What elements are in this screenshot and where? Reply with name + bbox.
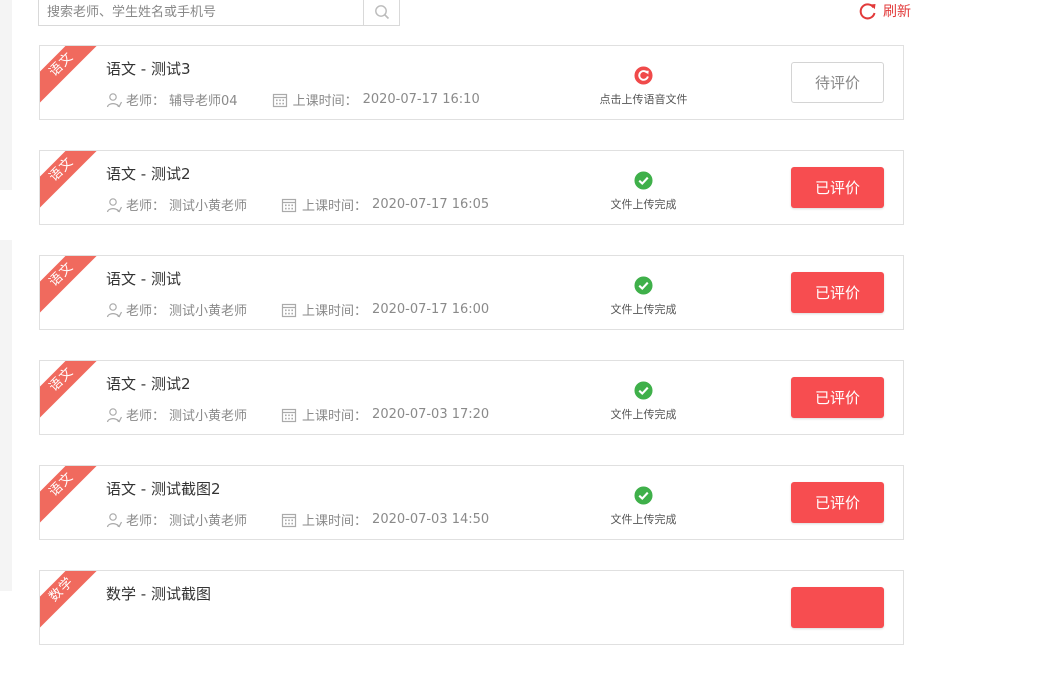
class-title: 语文 - 测试2	[106, 165, 191, 183]
refresh-icon	[859, 3, 876, 20]
class-time: 2020-07-17 16:05	[372, 197, 490, 212]
class-time: 2020-07-03 17:20	[372, 407, 490, 422]
teacher-icon	[106, 407, 122, 422]
calendar-icon	[281, 303, 297, 317]
teacher-info: 老师： 测试小黄老师	[106, 300, 247, 319]
teacher-name: 测试小黄老师	[169, 514, 248, 529]
subject-ribbon: 数学	[40, 571, 101, 629]
class-card: 语文 语文 - 测试截图2 老师： 测试小黄老师 上课时间： 2020-07-03 1…	[39, 465, 904, 540]
subject-ribbon: 语文	[40, 256, 101, 314]
status-text: 文件上传完成	[610, 408, 677, 421]
search-box	[38, 0, 400, 26]
teacher-name: 测试小黄老师	[169, 304, 248, 319]
search-button[interactable]	[363, 0, 399, 25]
class-title: 语文 - 测试	[106, 270, 181, 288]
subject-ribbon: 语文	[40, 466, 101, 524]
class-title: 语文 - 测试截图2	[106, 480, 221, 498]
check-icon	[634, 276, 653, 295]
time-prefix: 上课时间：	[302, 304, 368, 319]
subject-ribbon: 语文	[40, 151, 101, 209]
class-time-info: 上课时间： 2020-07-17 16:00	[281, 300, 489, 319]
upload-status: 文件上传完成	[580, 381, 707, 422]
left-panel-gap	[0, 190, 12, 240]
teacher-info: 老师： 测试小黄老师	[106, 195, 247, 214]
subject-ribbon: 语文	[40, 46, 101, 104]
status-icon-wrap[interactable]	[580, 66, 707, 85]
teacher-name: 测试小黄老师	[169, 409, 248, 424]
teacher-icon	[106, 197, 122, 212]
upload-status: 文件上传完成	[580, 486, 707, 527]
status-text: 文件上传完成	[610, 303, 677, 316]
class-meta: 老师： 测试小黄老师 上课时间： 2020-07-17 16:00	[106, 300, 489, 319]
teacher-info: 老师： 测试小黄老师	[106, 405, 247, 424]
time-prefix: 上课时间：	[302, 199, 368, 214]
pending-evaluation-button[interactable]: 待评价	[791, 62, 884, 103]
status-icon-wrap	[580, 276, 707, 295]
subject-ribbon: 语文	[40, 361, 101, 419]
class-time: 2020-07-17 16:10	[362, 92, 480, 107]
status-text: 文件上传完成	[610, 513, 677, 526]
evaluation-button[interactable]	[791, 587, 884, 628]
teacher-prefix: 老师：	[126, 409, 166, 424]
class-meta: 老师： 测试小黄老师 上课时间： 2020-07-17 16:05	[106, 195, 489, 214]
search-icon	[374, 5, 389, 20]
evaluated-button[interactable]: 已评价	[791, 482, 884, 523]
calendar-icon	[281, 513, 297, 527]
upload-icon	[634, 66, 653, 85]
status-text: 文件上传完成	[610, 198, 677, 211]
class-card: 语文 语文 - 测试3 老师： 辅导老师04 上课时间： 2020-07-17 16:…	[39, 45, 904, 120]
class-time-info: 上课时间： 2020-07-17 16:05	[281, 195, 489, 214]
teacher-icon	[106, 92, 122, 107]
status-icon-wrap	[580, 381, 707, 400]
check-icon	[634, 381, 653, 400]
class-meta: 老师： 测试小黄老师 上课时间： 2020-07-03 14:50	[106, 510, 489, 529]
class-card: 语文 语文 - 测试2 老师： 测试小黄老师 上课时间： 2020-07-17 16:…	[39, 150, 904, 225]
calendar-icon	[272, 93, 287, 107]
evaluated-button[interactable]: 已评价	[791, 272, 884, 313]
calendar-icon	[281, 408, 297, 422]
upload-status: 文件上传完成	[580, 171, 707, 212]
class-time-info: 上课时间： 2020-07-03 17:20	[281, 405, 489, 424]
class-title: 语文 - 测试3	[106, 60, 191, 78]
status-text[interactable]: 点击上传语音文件	[580, 91, 707, 107]
upload-status: 文件上传完成	[580, 276, 707, 317]
teacher-prefix: 老师：	[126, 304, 166, 319]
class-title: 数学 - 测试截图	[106, 585, 211, 603]
teacher-prefix: 老师：	[126, 514, 166, 529]
upload-status[interactable]: 点击上传语音文件	[580, 66, 707, 107]
check-icon	[634, 486, 653, 505]
refresh-label: 刷新	[883, 4, 911, 20]
teacher-icon	[106, 302, 122, 317]
check-icon	[634, 171, 653, 190]
teacher-name: 辅导老师04	[169, 94, 238, 109]
time-prefix: 上课时间：	[292, 94, 358, 109]
class-time: 2020-07-17 16:00	[372, 302, 490, 317]
class-card: 语文 语文 - 测试2 老师： 测试小黄老师 上课时间： 2020-07-03 17:…	[39, 360, 904, 435]
class-time-info: 上课时间： 2020-07-03 14:50	[281, 510, 489, 529]
teacher-prefix: 老师：	[126, 199, 166, 214]
teacher-icon	[106, 512, 122, 527]
class-time-info: 上课时间： 2020-07-17 16:10	[272, 90, 480, 109]
class-meta: 老师： 测试小黄老师 上课时间： 2020-07-03 17:20	[106, 405, 489, 424]
class-list: 语文 语文 - 测试3 老师： 辅导老师04 上课时间： 2020-07-17 16:…	[39, 45, 904, 675]
refresh-button[interactable]: 刷新	[858, 0, 911, 22]
class-title: 语文 - 测试2	[106, 375, 191, 393]
teacher-name: 测试小黄老师	[169, 199, 248, 214]
evaluated-button[interactable]: 已评价	[791, 377, 884, 418]
class-time: 2020-07-03 14:50	[372, 512, 490, 527]
evaluated-button[interactable]: 已评价	[791, 167, 884, 208]
class-card: 数学 数学 - 测试截图	[39, 570, 904, 645]
class-meta: 老师： 辅导老师04 上课时间： 2020-07-17 16:10	[106, 90, 480, 109]
teacher-info: 老师： 测试小黄老师	[106, 510, 247, 529]
time-prefix: 上课时间：	[302, 409, 368, 424]
calendar-icon	[281, 198, 297, 212]
class-card: 语文 语文 - 测试 老师： 测试小黄老师 上课时间： 2020-07-17 16:0…	[39, 255, 904, 330]
time-prefix: 上课时间：	[302, 514, 368, 529]
teacher-info: 老师： 辅导老师04	[106, 90, 238, 109]
left-panel-edge	[0, 0, 12, 591]
teacher-prefix: 老师：	[126, 94, 166, 109]
status-icon-wrap	[580, 171, 707, 190]
search-input[interactable]	[39, 0, 363, 25]
status-icon-wrap	[580, 486, 707, 505]
